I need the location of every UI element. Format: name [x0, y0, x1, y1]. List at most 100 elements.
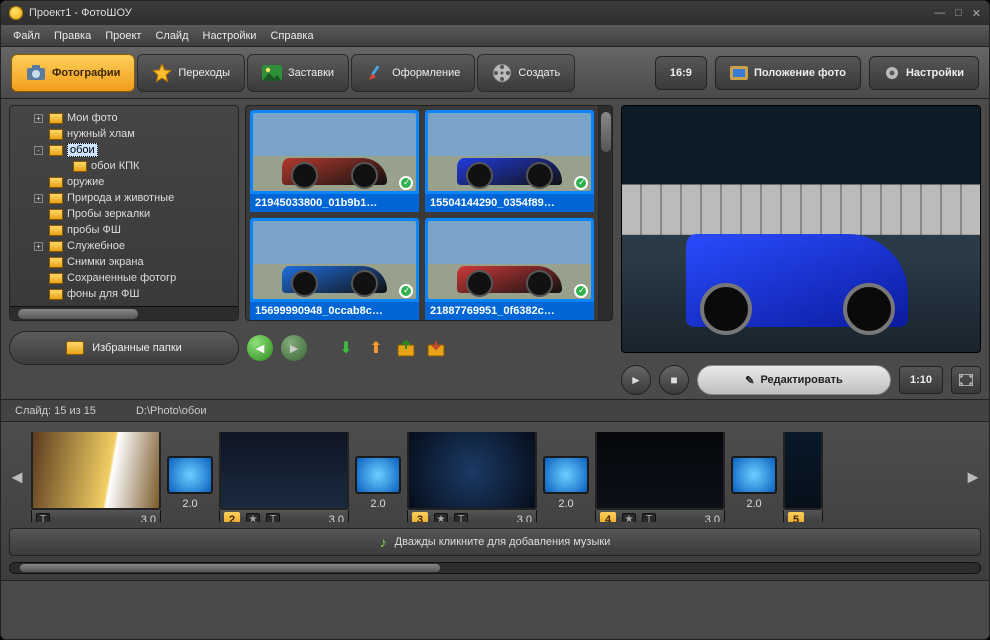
tree-item-label: Сохраненные фотогр: [67, 272, 176, 284]
arrow-up-icon[interactable]: ⬆: [365, 337, 387, 359]
tree-item-label: обои: [67, 143, 98, 157]
timeline-slide[interactable]: T3.0: [31, 432, 161, 522]
timeline-slide[interactable]: 4★T3.0: [595, 432, 725, 522]
slide-number: 3: [412, 512, 428, 523]
text-badge-icon[interactable]: T: [642, 513, 656, 523]
nav-back-button[interactable]: ◄: [247, 335, 273, 361]
close-icon[interactable]: ✕: [972, 7, 981, 20]
timeline-slide[interactable]: 3★T3.0: [407, 432, 537, 522]
timeline-transition[interactable]: 2.0: [167, 456, 213, 522]
remove-from-folder-icon[interactable]: [425, 337, 447, 359]
slide-thumbnail: [407, 432, 537, 510]
photo-fit-button[interactable]: Положение фото: [715, 56, 861, 90]
tab-transitions[interactable]: Переходы: [137, 54, 245, 92]
tree-hscrollbar[interactable]: [10, 306, 238, 320]
tree-item[interactable]: пробы ФШ: [10, 222, 238, 238]
tab-create[interactable]: Создать: [477, 54, 575, 92]
star-badge-icon[interactable]: ★: [246, 513, 260, 523]
expand-icon[interactable]: +: [34, 242, 43, 251]
menu-settings[interactable]: Настройки: [203, 30, 257, 42]
checkmark-icon: [399, 284, 413, 298]
slide-thumbnail: [595, 432, 725, 510]
favorite-folders-label: Избранные папки: [92, 342, 182, 354]
expand-icon[interactable]: +: [34, 114, 43, 123]
tree-item-label: пробы ФШ: [67, 224, 121, 236]
timeline-transition[interactable]: 2.0: [355, 456, 401, 522]
transition-thumbnail: [167, 456, 213, 494]
tree-item[interactable]: +Служебное: [10, 238, 238, 254]
thumbnail[interactable]: 21945033800_01b9b1…: [250, 110, 419, 212]
transition-duration: 2.0: [182, 498, 197, 510]
window-title: Проект1 - ФотоШОУ: [29, 7, 132, 19]
tree-item-label: оружие: [67, 176, 104, 188]
play-button[interactable]: ►: [621, 365, 651, 395]
timeline-slide[interactable]: 5: [783, 432, 823, 522]
folder-icon: [49, 177, 63, 188]
menu-edit[interactable]: Правка: [54, 30, 91, 42]
tree-item-label: фоны для ФШ: [67, 288, 140, 300]
tree-item[interactable]: - обои: [10, 142, 238, 158]
transition-duration: 2.0: [370, 498, 385, 510]
slide-thumbnail: [31, 432, 161, 510]
timeline-transition[interactable]: 2.0: [731, 456, 777, 522]
tree-item[interactable]: +Природа и животные: [10, 190, 238, 206]
tree-item[interactable]: Сохраненные фотогр: [10, 270, 238, 286]
expand-icon[interactable]: -: [34, 146, 43, 155]
settings-button[interactable]: Настройки: [869, 56, 979, 90]
folder-tree[interactable]: +Мои фотонужный хлам - обоиобои КПК оружие +…: [9, 105, 239, 321]
stop-button[interactable]: ■: [659, 365, 689, 395]
timeline-hscrollbar[interactable]: [9, 562, 981, 574]
tree-item[interactable]: Снимки экрана: [10, 254, 238, 270]
timeline-slide[interactable]: 2★T3.0: [219, 432, 349, 522]
tab-design[interactable]: Оформление: [351, 54, 475, 92]
expand-icon[interactable]: +: [34, 194, 43, 203]
tree-item[interactable]: обои КПК: [10, 158, 238, 174]
edit-slide-button[interactable]: ✎ Редактировать: [697, 365, 891, 395]
star-badge-icon[interactable]: ★: [434, 513, 448, 523]
tab-photos[interactable]: Фотографии: [11, 54, 135, 92]
music-track[interactable]: ♪ Дважды кликните для добавления музыки: [9, 528, 981, 556]
tree-item[interactable]: нужный хлам: [10, 126, 238, 142]
maximize-icon[interactable]: □: [955, 7, 962, 20]
star-badge-icon[interactable]: ★: [622, 513, 636, 523]
menu-slide[interactable]: Слайд: [155, 30, 188, 42]
preview-viewport[interactable]: [621, 105, 981, 353]
text-badge-icon[interactable]: T: [36, 513, 50, 523]
text-badge-icon[interactable]: T: [454, 513, 468, 523]
aspect-ratio-button[interactable]: 16:9: [655, 56, 707, 90]
tree-item[interactable]: оружие: [10, 174, 238, 190]
fullscreen-button[interactable]: [951, 366, 981, 394]
slide-footer: 5: [783, 510, 823, 522]
slide-thumbnail: [219, 432, 349, 510]
tree-item[interactable]: +Мои фото: [10, 110, 238, 126]
thumbs-vscrollbar[interactable]: [599, 105, 613, 321]
timeline-scroll-right[interactable]: ►: [965, 467, 981, 488]
tab-splash[interactable]: Заставки: [247, 54, 349, 92]
slide-number: 4: [600, 512, 616, 523]
picture-icon: [262, 63, 282, 83]
folder-icon: [49, 273, 63, 284]
thumbnail-caption: 15699990948_0ccab8c…: [250, 302, 419, 320]
tab-create-label: Создать: [518, 67, 560, 79]
favorite-folders-button[interactable]: Избранные папки: [9, 331, 239, 365]
menu-help[interactable]: Справка: [270, 30, 313, 42]
tree-item[interactable]: фоны для ФШ: [10, 286, 238, 302]
thumbnail[interactable]: 21887769951_0f6382c…: [425, 218, 594, 320]
tree-item[interactable]: Пробы зеркалки: [10, 206, 238, 222]
nav-forward-button[interactable]: ►: [281, 335, 307, 361]
checkmark-icon: [399, 176, 413, 190]
timeline-track[interactable]: T3.02.02★T3.02.03★T3.02.04★T3.02.05: [31, 432, 959, 522]
thumbnail-caption: 21945033800_01b9b1…: [250, 194, 419, 212]
arrow-down-icon[interactable]: ⬇: [335, 337, 357, 359]
thumbnail[interactable]: 15504144290_0354f89…: [425, 110, 594, 212]
add-to-folder-icon[interactable]: [395, 337, 417, 359]
menu-file[interactable]: Файл: [13, 30, 40, 42]
thumbnail[interactable]: 15699990948_0ccab8c…: [250, 218, 419, 320]
photo-fit-label: Положение фото: [754, 67, 846, 79]
text-badge-icon[interactable]: T: [266, 513, 280, 523]
minimize-icon[interactable]: —: [934, 7, 945, 20]
timeline-scroll-left[interactable]: ◄: [9, 467, 25, 488]
timeline-transition[interactable]: 2.0: [543, 456, 589, 522]
menu-project[interactable]: Проект: [105, 30, 141, 42]
slide-footer: 2★T3.0: [219, 510, 349, 522]
